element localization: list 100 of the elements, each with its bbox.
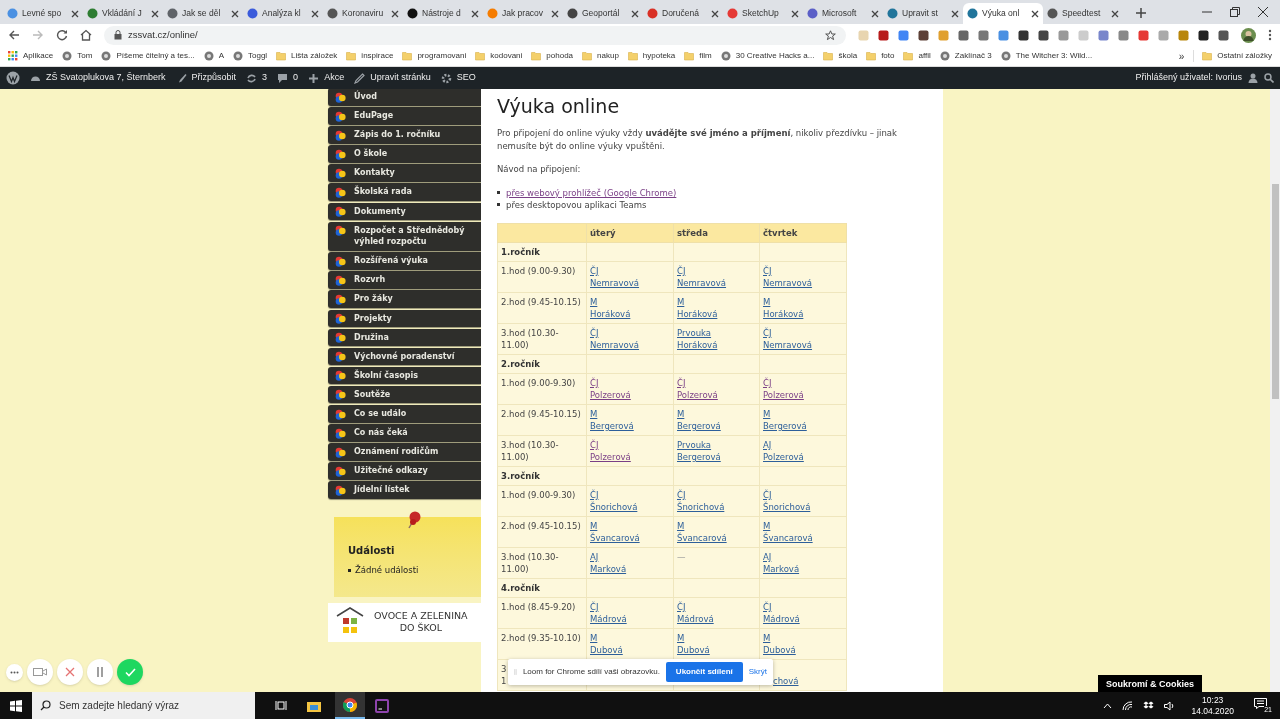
back-icon[interactable] [8,29,20,41]
link[interactable]: ČJ [763,326,772,339]
extension-icon[interactable] [1038,29,1049,41]
star-icon[interactable] [825,29,836,41]
link[interactable]: ČJ [763,488,772,501]
menu-item[interactable]: Školní časopis [328,366,481,385]
link[interactable]: Šnorichová [677,500,725,513]
link[interactable]: M [677,519,685,532]
link[interactable]: chová [773,675,799,686]
close-icon[interactable] [471,9,479,18]
link[interactable]: Prvouka [677,438,712,451]
bookmark-link[interactable]: foto [881,50,895,62]
menu-item[interactable]: Co se událo [328,405,481,423]
link[interactable]: Horáková [590,307,631,320]
link[interactable]: Horáková [677,338,718,351]
bookmark-link[interactable]: Aplikace [23,50,54,62]
menu-item[interactable]: Výchovné poradenství [328,347,481,366]
link[interactable]: Horáková [763,307,804,320]
link[interactable]: Dubová [763,643,796,656]
menu-item[interactable]: Soutěže [328,385,481,404]
link[interactable]: Švancarová [763,531,813,544]
more-bookmarks-button[interactable]: » [1178,48,1185,64]
link[interactable]: Polzerová [763,388,804,401]
banner[interactable]: OVOCE A ZELENINA DO ŠKOL [328,602,481,642]
admin-bar-link[interactable]: 0 [293,71,299,85]
menu-icon[interactable] [1268,29,1272,41]
bookmark-link[interactable]: The Witcher 3: Wild... [1015,50,1093,62]
menu-item[interactable]: Rozpočet a Střednědobý výhled rozpočtu [328,221,481,251]
chevron-up-icon[interactable] [1103,702,1113,709]
browser-tab[interactable]: Analýza kl [243,3,323,24]
link[interactable]: M [763,519,771,532]
close-icon[interactable] [231,9,239,18]
bookmark-link[interactable]: inspirace [361,50,394,62]
link[interactable]: Horáková [677,307,718,320]
close-icon[interactable] [391,9,399,18]
link[interactable]: M [763,295,771,308]
taskbar-app[interactable] [335,692,365,719]
browser-tab[interactable]: Vkládání J [83,3,163,24]
link[interactable]: Bergerová [590,419,634,432]
reload-icon[interactable] [56,29,68,41]
dropbox-icon[interactable] [1143,700,1155,711]
home-icon[interactable] [80,29,92,41]
windows-icon[interactable] [10,699,22,712]
link[interactable]: M [677,407,685,420]
admin-bar-link[interactable]: 3 [262,71,268,85]
browser-tab[interactable]: Nástroje d [403,3,483,24]
extension-icon[interactable] [918,29,929,41]
browser-tab[interactable]: Microsoft [803,3,883,24]
link[interactable]: ČJ [590,488,599,501]
close-icon[interactable] [1031,9,1039,18]
bookmark-link[interactable]: hypoteka [642,50,676,62]
link[interactable]: Polzerová [590,388,631,401]
bookmark-link[interactable]: Ostatní záložky [1217,50,1272,62]
browser-tab[interactable]: SketchUp [723,3,803,24]
link[interactable]: Nemravová [590,338,640,351]
browser-tab[interactable]: Jak pracov [483,3,563,24]
link[interactable]: M [590,631,598,644]
bookmark-link[interactable]: Píšeme čitelný a tes... [116,50,195,62]
browser-tab[interactable]: Koronaviru [323,3,403,24]
link[interactable]: M [763,631,771,644]
task-view-icon[interactable] [275,700,287,711]
link[interactable]: ČJ [677,376,686,389]
browser-tab[interactable]: Speedtest [1043,3,1123,24]
link[interactable]: ČJ [677,264,686,277]
search-icon[interactable] [1264,73,1274,83]
browser-tab[interactable]: Výuka onl [963,3,1043,24]
menu-item[interactable]: Oznámení rodičům [328,443,481,461]
admin-bar-link[interactable]: Přizpůsobit [191,71,237,85]
menu-item[interactable]: Rozvrh [328,271,481,289]
menu-item[interactable]: Projekty [328,309,481,328]
close-icon[interactable] [551,9,559,18]
link[interactable]: ČJ [677,600,686,613]
link[interactable]: ČJ [590,376,599,389]
admin-bar-link[interactable]: Akce [324,71,345,85]
close-icon[interactable] [311,9,319,18]
bookmark-link[interactable]: Lišta záložek [291,50,338,62]
close-icon[interactable] [711,9,719,18]
link[interactable]: M [763,407,771,420]
close-icon[interactable] [1111,9,1119,18]
cancel-button[interactable] [57,659,83,685]
link[interactable]: M [590,295,598,308]
avatar-icon[interactable] [1241,27,1256,43]
menu-item[interactable]: Zápis do 1. ročníku [328,126,481,144]
bookmark-link[interactable]: 30 Creative Hacks a... [735,50,815,62]
menu-item[interactable]: Užitečné odkazy [328,462,481,480]
menu-item[interactable]: EduPage [328,107,481,125]
link[interactable]: M [590,519,598,532]
close-icon[interactable] [791,9,799,18]
scrollbar-thumb[interactable] [1271,184,1279,399]
bookmark-link[interactable]: Tom [77,50,93,62]
link[interactable]: Nemravová [763,276,813,289]
extension-icon[interactable] [1018,29,1029,41]
link[interactable]: Nemravová [590,276,640,289]
link[interactable]: M [677,631,685,644]
browser-tab[interactable]: Jak se děl [163,3,243,24]
link[interactable]: přes webový prohlížeč (Google Chrome) [506,186,677,199]
link[interactable]: ČJ [590,264,599,277]
close-icon[interactable] [151,9,159,18]
link[interactable]: Dubová [677,643,710,656]
bookmark-link[interactable]: nakup [597,50,619,62]
